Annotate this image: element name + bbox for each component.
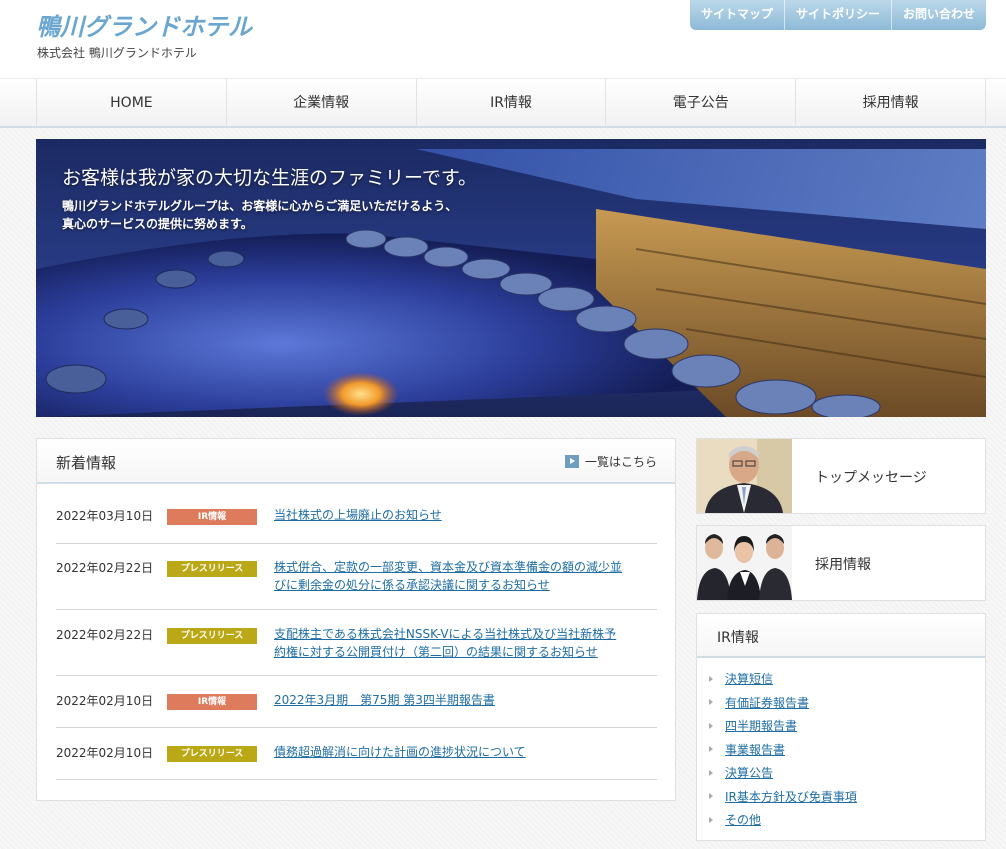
nav-company[interactable]: 企業情報	[225, 79, 416, 127]
nav-public-notice[interactable]: 電子公告	[605, 79, 795, 127]
nav-ir[interactable]: IR情報	[415, 79, 606, 127]
news-link[interactable]: 債務超過解消に向けた計画の進捗状況について	[274, 743, 656, 761]
news-header: 新着情報 一覧はこちら	[37, 439, 675, 484]
ir-link-text: 有価証券報告書	[725, 695, 810, 710]
triangle-bullet-icon	[709, 746, 713, 753]
utility-nav: サイトマップ サイトポリシー お問い合わせ	[689, 0, 986, 30]
ir-title: IR情報	[717, 630, 759, 646]
ir-link-item[interactable]: 有価証券報告書	[709, 691, 857, 715]
category-badge: プレスリリース	[167, 628, 257, 644]
hero-text: 鴨川グランドホテルグループは、お客様に心からご満足いただけるよう、 真心のサービ…	[62, 197, 457, 233]
triangle-bullet-icon	[709, 793, 713, 800]
ir-link-item[interactable]: IR基本方針及び免責事項	[709, 785, 857, 809]
ir-link-text: 決算公告	[725, 766, 774, 781]
site-policy-link[interactable]: サイトポリシー	[783, 0, 891, 30]
ir-link-item[interactable]: 事業報告書	[709, 738, 857, 762]
category-badge: IR情報	[167, 694, 257, 710]
news-link[interactable]: 2022年3月期 第75期 第3四半期報告書	[274, 691, 656, 709]
news-item: 2022年03月10日 IR情報 当社株式の上場廃止のお知らせ	[56, 484, 657, 544]
news-date: 2022年02月10日	[56, 746, 154, 760]
category-badge: プレスリリース	[167, 561, 257, 577]
triangle-bullet-icon	[709, 769, 713, 776]
ir-link-list: 決算短信 有価証券報告書 四半期報告書 事業報告書 決算公告 IR基本方針及び免…	[709, 667, 857, 832]
triangle-bullet-icon	[709, 699, 713, 706]
top-message-label: トップメッセージ	[815, 470, 927, 486]
nav-recruit[interactable]: 採用情報	[795, 79, 986, 127]
ir-link-text: 事業報告書	[725, 742, 786, 757]
ir-link-item[interactable]: 決算短信	[709, 667, 857, 691]
logo-text: 鴨川グランドホテル	[36, 13, 254, 40]
news-title: 新着情報	[56, 454, 117, 472]
category-badge: プレスリリース	[167, 746, 257, 762]
news-link-line: 支配株主である株式会社NSSK-Vによる当社株式及び当社新株予	[274, 627, 617, 641]
news-link-line: 株式併合、定款の一部変更、資本金及び資本準備金の額の減少並	[274, 560, 623, 574]
hero-banner: お客様は我が家の大切な生涯のファミリーです。 鴨川グランドホテルグループは、お客…	[36, 139, 986, 417]
news-link-text: 当社株式の上場廃止のお知らせ	[274, 508, 442, 522]
recruit-photo	[697, 526, 792, 600]
triangle-bullet-icon	[709, 675, 713, 682]
category-badge: IR情報	[167, 509, 257, 525]
nav-home[interactable]: HOME	[36, 79, 226, 127]
ir-link-text: その他	[725, 813, 762, 828]
news-panel: 新着情報 一覧はこちら 2022年03月10日 IR情報 当社株式の上場廃止のお…	[36, 438, 676, 801]
news-link-line: 約権に対する公開買付け（第二回）の結果に関するお知らせ	[274, 645, 598, 659]
ir-link-item[interactable]: その他	[709, 808, 857, 832]
news-link[interactable]: 当社株式の上場廃止のお知らせ	[274, 506, 656, 524]
news-more-label: 一覧はこちら	[584, 455, 657, 469]
news-link-line: びに剰余金の処分に係る承認決議に関するお知らせ	[274, 578, 550, 592]
news-date: 2022年02月22日	[56, 628, 154, 642]
ir-link-item[interactable]: 四半期報告書	[709, 714, 857, 738]
ir-link-text: IR基本方針及び免責事項	[725, 789, 857, 804]
news-date: 2022年03月10日	[56, 509, 154, 523]
news-item: 2022年02月22日 プレスリリース 支配株主である株式会社NSSK-Vによる…	[56, 610, 657, 676]
news-link-text: 債務超過解消に向けた計画の進捗状況について	[274, 745, 526, 759]
hero-title: お客様は我が家の大切な生涯のファミリーです。	[62, 167, 477, 189]
triangle-bullet-icon	[709, 816, 713, 823]
ir-header: IR情報	[697, 614, 985, 658]
news-link[interactable]: 支配株主である株式会社NSSK-Vによる当社株式及び当社新株予 約権に対する公開…	[274, 625, 656, 661]
recruit-card[interactable]: 採用情報	[696, 525, 986, 601]
site-header: 鴨川グランドホテル 株式会社 鴨川グランドホテル サイトマップ サイトポリシー …	[0, 0, 1006, 78]
news-date: 2022年02月10日	[56, 694, 154, 708]
news-link-text: 2022年3月期 第75期 第3四半期報告書	[274, 693, 495, 707]
hero-text-line: 真心のサービスの提供に努めます。	[62, 217, 253, 231]
ir-box: IR情報 決算短信 有価証券報告書 四半期報告書 事業報告書 決算公告 IR基本…	[696, 613, 986, 841]
news-more-link[interactable]: 一覧はこちら	[564, 453, 657, 470]
ir-link-item[interactable]: 決算公告	[709, 761, 857, 785]
ir-link-text: 決算短信	[725, 672, 774, 687]
ir-link-text: 四半期報告書	[725, 719, 798, 734]
sitemap-link[interactable]: サイトマップ	[690, 0, 784, 30]
hero-text-line: 鴨川グランドホテルグループは、お客様に心からご満足いただけるよう、	[62, 199, 458, 213]
top-message-card[interactable]: トップメッセージ	[696, 438, 986, 514]
recruit-label: 採用情報	[815, 557, 871, 573]
president-photo	[697, 439, 792, 513]
news-link[interactable]: 株式併合、定款の一部変更、資本金及び資本準備金の額の減少並 びに剰余金の処分に係…	[274, 558, 656, 594]
news-date: 2022年02月22日	[56, 561, 154, 575]
company-name: 株式会社 鴨川グランドホテル	[37, 46, 197, 60]
news-item: 2022年02月10日 プレスリリース 債務超過解消に向けた計画の進捗状況につい…	[56, 728, 657, 780]
contact-link[interactable]: お問い合わせ	[890, 0, 986, 30]
global-nav: HOME 企業情報 IR情報 電子公告 採用情報	[0, 78, 1006, 128]
triangle-bullet-icon	[709, 722, 713, 729]
play-arrow-icon	[564, 455, 579, 468]
site-logo[interactable]: 鴨川グランドホテル	[36, 12, 336, 40]
news-item: 2022年02月22日 プレスリリース 株式併合、定款の一部変更、資本金及び資本…	[56, 544, 657, 610]
news-item: 2022年02月10日 IR情報 2022年3月期 第75期 第3四半期報告書	[56, 676, 657, 728]
